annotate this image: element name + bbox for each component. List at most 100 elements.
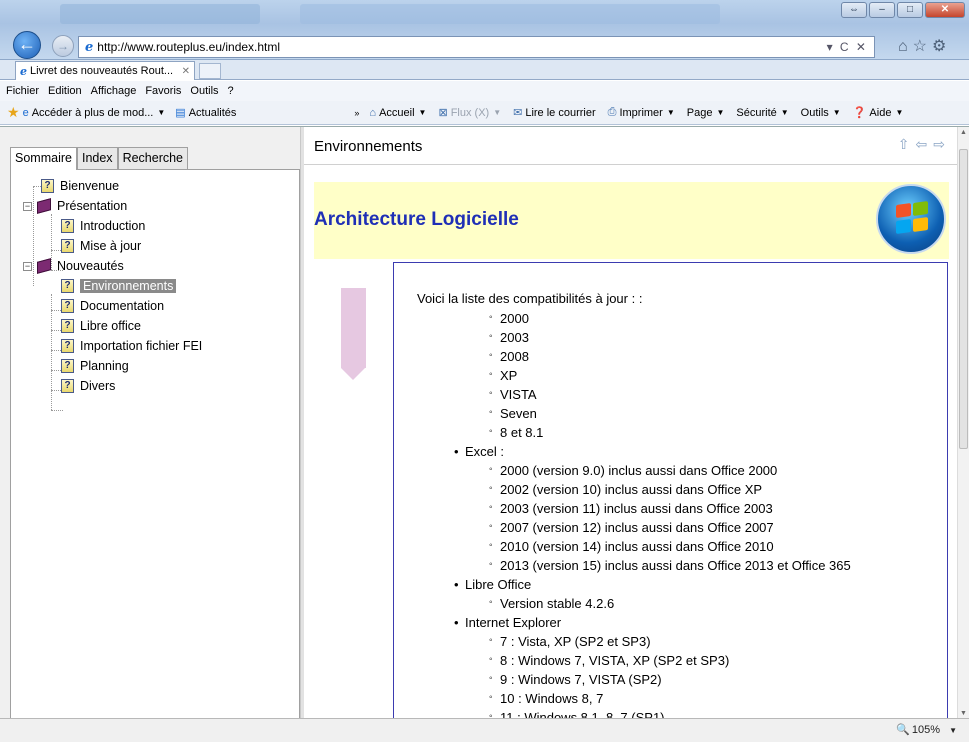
list-item: 2007 (version 12) inclus aussi dans Offi… (489, 520, 774, 535)
list-item: 8 et 8.1 (489, 425, 543, 440)
tree-connector (51, 410, 63, 411)
help-viewer: Sommaire Index Recherche ? Bienvenue − P… (0, 126, 969, 722)
topic-page-icon: ? (61, 299, 74, 313)
command-page[interactable]: Page ▼ (687, 107, 725, 119)
command-mail[interactable]: ✉ Lire le courrier (513, 106, 596, 120)
maximize-button[interactable]: □ (897, 2, 923, 18)
tab-title: Livret des nouveautés Rout... (30, 65, 174, 77)
topic-page-icon: ? (61, 359, 74, 373)
collapse-icon[interactable]: − (23, 201, 32, 211)
scroll-down-icon[interactable]: ▼ (960, 710, 967, 717)
menu-affichage[interactable]: Affichage (91, 85, 137, 97)
favorites-star-icon[interactable]: ☆ (913, 38, 932, 55)
browser-tab[interactable]: e Livret des nouveautés Rout... ✕ (15, 61, 195, 80)
blurred-taskbar-area (60, 4, 260, 24)
zoom-icon: 🔍 (896, 724, 910, 736)
tree-item-nouveautes[interactable]: − Nouveautés (23, 257, 124, 275)
navigation-pane: Sommaire Index Recherche ? Bienvenue − P… (10, 147, 300, 719)
overflow-chevron-icon[interactable]: » (354, 108, 359, 118)
rss-icon: ⊠ (438, 107, 448, 119)
menu-help[interactable]: ? (228, 85, 234, 97)
tab-close-icon[interactable]: ✕ (182, 66, 190, 77)
compatibility-list-box: Voici la liste des compatibilités à jour… (393, 262, 948, 722)
collapse-icon[interactable]: − (23, 261, 32, 271)
favorites-star-icon[interactable]: ★ (7, 104, 20, 121)
command-tools[interactable]: Outils ▼ (801, 107, 841, 119)
tree-connector (51, 294, 52, 410)
tree-item-bienvenue[interactable]: ? Bienvenue (41, 177, 119, 195)
list-item: 2002 (version 10) inclus aussi dans Offi… (489, 482, 762, 497)
tree-item-divers[interactable]: ? Divers (61, 377, 115, 395)
url-text[interactable]: http://www.routeplus.eu/index.html (97, 40, 826, 54)
list-item: 9 : Windows 7, VISTA (SP2) (489, 672, 662, 687)
topic-page-icon: ? (61, 239, 74, 253)
up-arrow-icon[interactable]: ⇧ (898, 136, 910, 153)
vertical-scrollbar[interactable]: ▲ ▼ (957, 127, 969, 719)
status-bar: 🔍 105% ▼ (0, 718, 969, 742)
favorite-link[interactable]: ▤ Actualités (175, 106, 236, 120)
scrollbar-thumb[interactable] (959, 149, 968, 449)
tree-item-introduction[interactable]: ? Introduction (61, 217, 145, 235)
forward-button[interactable]: → (52, 35, 74, 57)
window-controls: ⇔ – □ ✕ (839, 2, 965, 18)
back-button[interactable]: ← (13, 31, 41, 59)
list-item: 2003 (489, 330, 529, 345)
tree-item-documentation[interactable]: ? Documentation (61, 297, 164, 315)
tab-recherche[interactable]: Recherche (117, 147, 189, 169)
scroll-up-icon[interactable]: ▲ (960, 129, 967, 136)
minimize-button[interactable]: – (869, 2, 895, 18)
next-arrow-icon[interactable]: ⇨ (933, 136, 945, 153)
topic-content-pane: Environnements ⇧ ⇦ ⇨ Architecture Logici… (304, 127, 969, 722)
tab-row: e Livret des nouveautés Rout... ✕ (0, 60, 969, 80)
topic-title: Environnements (314, 138, 423, 155)
book-open-icon (36, 260, 51, 272)
previous-arrow-icon[interactable]: ⇦ (916, 136, 928, 153)
command-print[interactable]: ⎙ Imprimer ▼ (608, 106, 675, 119)
bookmark-ribbon-icon (341, 288, 366, 380)
mail-icon: ✉ (513, 107, 523, 119)
list-item: Seven (489, 406, 537, 421)
command-security[interactable]: Sécurité ▼ (736, 107, 788, 119)
topic-page-icon: ? (61, 339, 74, 353)
tree-item-mise-a-jour[interactable]: ? Mise à jour (61, 237, 141, 255)
favorite-link[interactable]: e Accéder à plus de mod... ▼ (23, 107, 166, 119)
menu-favoris[interactable]: Favoris (145, 85, 181, 97)
menu-fichier[interactable]: Fichier (6, 85, 39, 97)
list-item: 2010 (version 14) inclus aussi dans Offi… (489, 539, 774, 554)
new-tab-button[interactable] (199, 63, 221, 79)
menu-outils[interactable]: Outils (190, 85, 218, 97)
tree-item-presentation[interactable]: − Présentation (23, 197, 127, 215)
list-heading: Libre Office (454, 577, 531, 592)
favorites-command-bar: ★ e Accéder à plus de mod... ▼ ▤ Actualit… (0, 101, 969, 125)
tree-item-environnements[interactable]: ? Environnements (61, 277, 177, 295)
ie-page-icon: e (85, 39, 94, 55)
tree-item-planning[interactable]: ? Planning (61, 357, 129, 375)
settings-gear-icon[interactable]: ⚙ (932, 38, 951, 55)
list-item: 2003 (version 11) inclus aussi dans Offi… (489, 501, 773, 516)
zoom-control[interactable]: 🔍 105% ▼ (896, 723, 957, 736)
blurred-taskbar-area (300, 4, 720, 24)
menu-bar: Fichier Edition Affichage Favoris Outils… (0, 81, 969, 101)
tab-sommaire[interactable]: Sommaire (10, 147, 77, 170)
address-bar[interactable]: e http://www.routeplus.eu/index.html ▾ C… (78, 36, 875, 58)
intro-text: Voici la liste des compatibilités à jour… (417, 291, 643, 306)
list-heading: Excel : (454, 444, 504, 459)
ie-page-icon: e (22, 106, 29, 119)
tab-index[interactable]: Index (76, 147, 118, 169)
list-item: Version stable 4.2.6 (489, 596, 614, 611)
topic-banner: Architecture Logicielle (314, 182, 949, 259)
nav-tabs: Sommaire Index Recherche (10, 147, 300, 170)
tree-item-importation-fichier-fei[interactable]: ? Importation fichier FEI (61, 337, 202, 355)
menu-edition[interactable]: Edition (48, 85, 82, 97)
list-item: 2000 (489, 311, 529, 326)
command-home[interactable]: ⌂ Accueil ▼ (369, 107, 426, 119)
command-help[interactable]: ❓ Aide ▼ (853, 106, 904, 120)
home-icon[interactable]: ⌂ (898, 38, 913, 55)
refresh-stop-icons[interactable]: ▾ C ✕ (827, 40, 874, 54)
list-item: 8 : Windows 7, VISTA, XP (SP2 et SP3) (489, 653, 729, 668)
restore-icon[interactable]: ⇔ (841, 2, 867, 18)
table-of-contents-tree: ? Bienvenue − Présentation ? Introductio… (10, 169, 300, 719)
command-feeds[interactable]: ⊠ Flux (X) ▼ (438, 106, 501, 120)
tree-item-libre-office[interactable]: ? Libre office (61, 317, 141, 335)
close-button[interactable]: ✕ (925, 2, 965, 18)
